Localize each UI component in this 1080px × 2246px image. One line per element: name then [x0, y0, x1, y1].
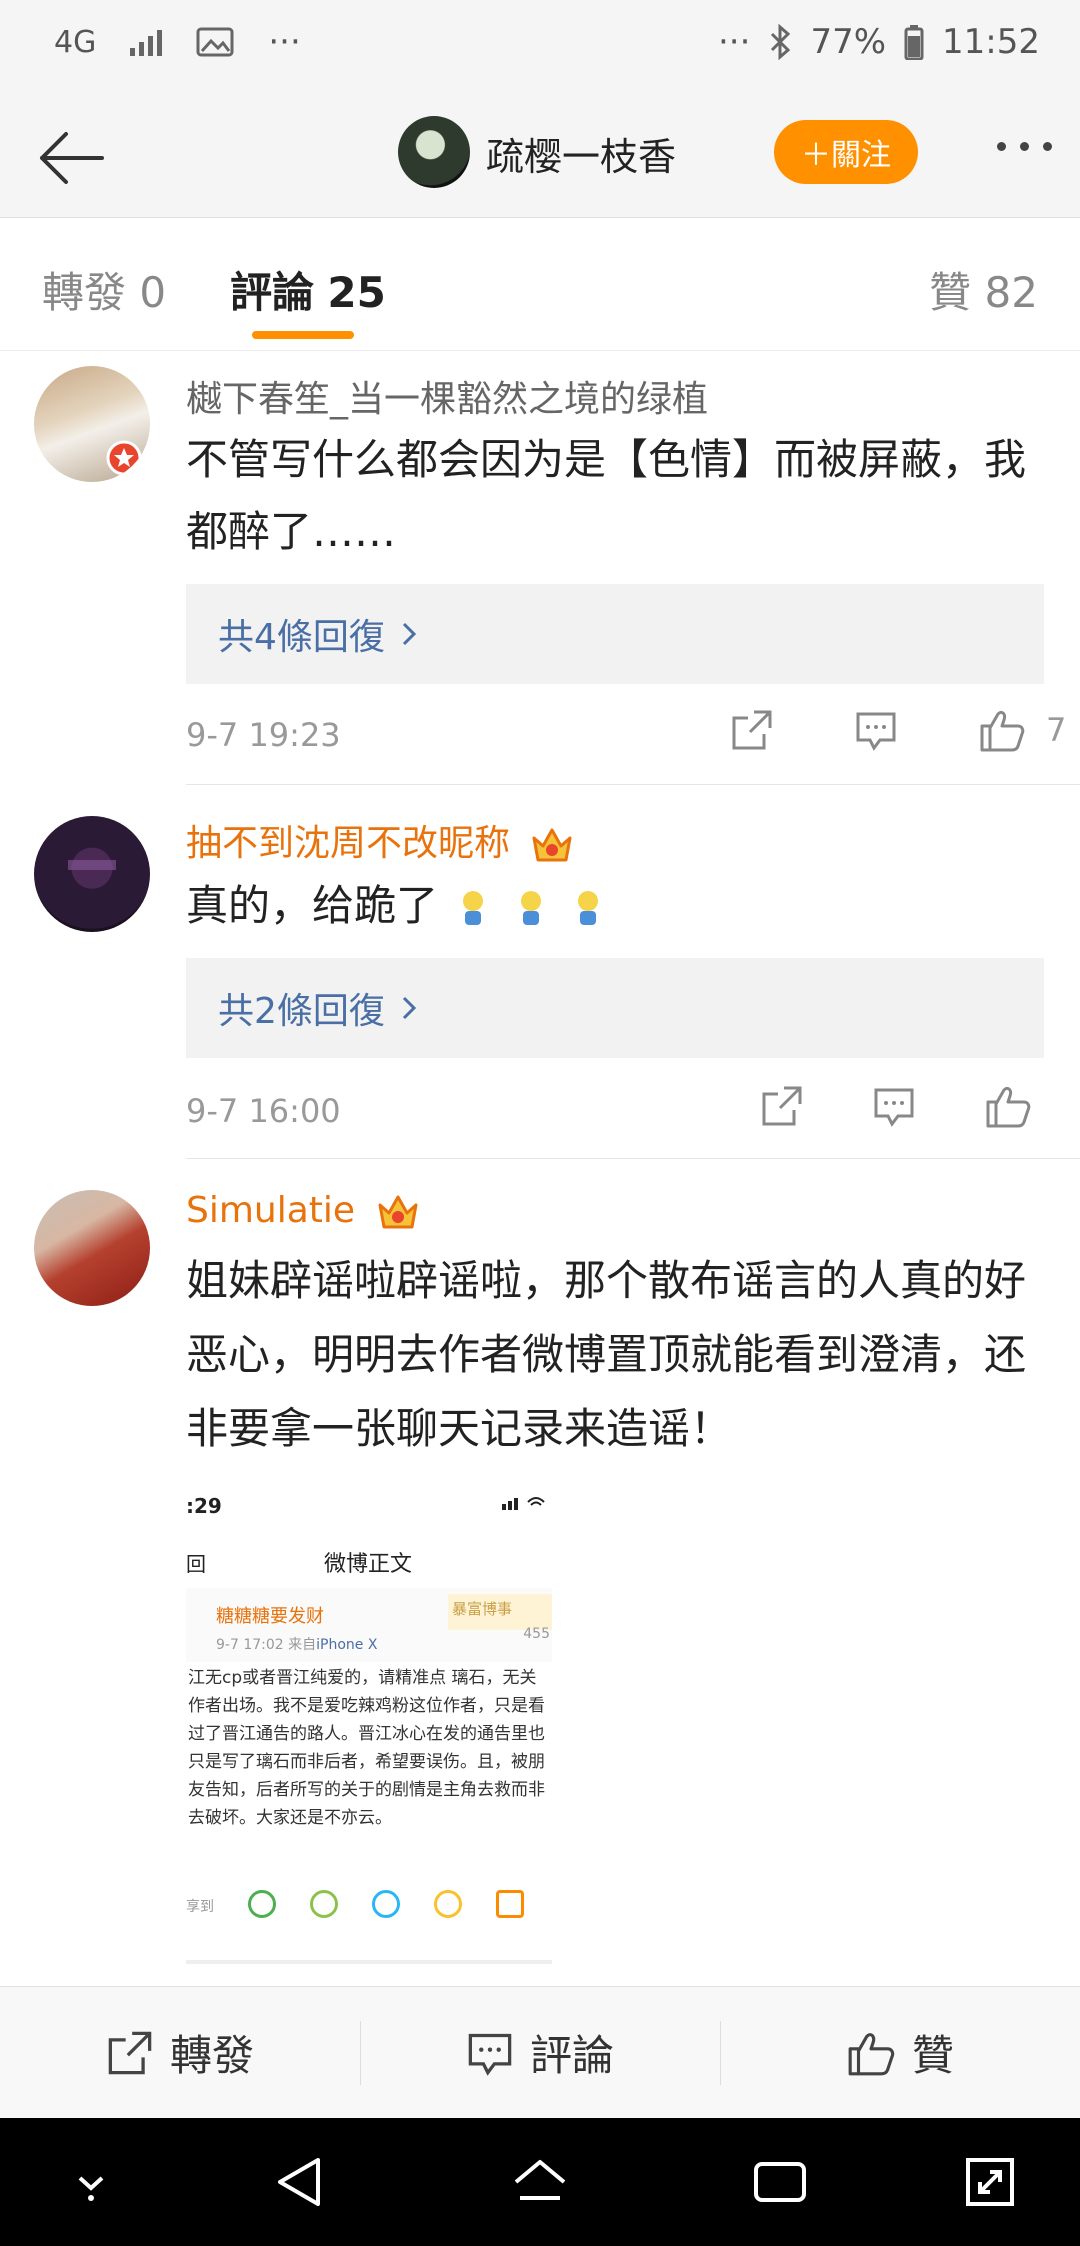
status-dots-right: ··· [718, 22, 751, 62]
thumb-share-icons [248, 1890, 524, 1918]
battery-percent: 77% [810, 22, 887, 62]
comment-time: 9-7 19:23 [186, 716, 341, 754]
status-bar: 4G ··· ··· 77% 11:52 [0, 0, 1080, 90]
crown-badge-icon [378, 1195, 418, 1229]
network-indicator: 4G [54, 24, 97, 60]
thumb-sub-from: 来自 [288, 1637, 317, 1653]
bluetooth-icon [771, 24, 791, 60]
like-label: 贊 [911, 2031, 954, 2080]
thumb-signal-icon [502, 1497, 545, 1510]
view-replies-button[interactable]: 共4條回復 [186, 584, 1044, 684]
signal-icon [130, 28, 163, 56]
more-options-icon[interactable] [997, 142, 1052, 151]
commenter-name-text: 抽不到沈周不改昵称 [186, 823, 511, 864]
thumb-count: 455 [523, 1626, 550, 1642]
replies-label: 共2條回復 [218, 991, 385, 1032]
replies-label: 共4條回復 [218, 617, 385, 658]
repost-label: 轉發 [169, 2031, 254, 2080]
share-icon[interactable] [730, 708, 774, 752]
wechat-icon [248, 1890, 276, 1918]
commenter-name[interactable]: 抽不到沈周不改昵称 [186, 814, 575, 866]
repost-button[interactable]: 轉發 [0, 1987, 360, 2118]
battery-icon [904, 25, 924, 60]
commenter-avatar[interactable] [34, 816, 150, 932]
thumb-card: 暴富博事 [448, 1594, 552, 1630]
comment-label: 評論 [529, 2031, 614, 2080]
album-icon [496, 1890, 524, 1918]
comment-button[interactable]: 評論 [360, 1987, 720, 2118]
author-avatar[interactable] [398, 116, 470, 188]
tab-comment[interactable]: 評論 25 [230, 259, 386, 320]
author-name[interactable]: 疏樱一枝香 [486, 126, 676, 181]
system-navigation-bar [0, 2118, 1080, 2246]
tab-bar: 轉發 0 評論 25 贊 82 [0, 219, 1080, 351]
commenter-avatar[interactable] [34, 366, 150, 482]
gallery-icon [196, 27, 234, 57]
thumb-title: 微博正文 [324, 1552, 413, 1577]
hide-keyboard-icon[interactable] [66, 2152, 116, 2212]
thumb-subinfo: 9-7 17:02 来自iPhone X [216, 1634, 377, 1654]
top-navigation: 疏樱一枝香 ＋關注 [0, 90, 1080, 218]
qq-icon [372, 1890, 400, 1918]
tab-repost[interactable]: 轉發 0 [42, 259, 166, 320]
comment-text: 不管写什么都会因为是【色情】而被屏蔽，我都醉了…… [186, 435, 1027, 556]
back-arrow-icon[interactable] [26, 116, 106, 196]
tab-comment-label: 評論 [230, 268, 315, 317]
kneel-emoji-icon [578, 890, 599, 925]
tab-like[interactable]: 贊 82 [929, 259, 1038, 320]
comment-text-body: 真的，给跪了 [186, 881, 439, 930]
comment-time: 9-7 16:00 [186, 1092, 341, 1130]
tab-comment-count: 25 [327, 268, 386, 317]
bottom-toolbar: 轉發 評論 贊 [0, 1986, 1080, 2118]
view-replies-button[interactable]: 共2條回復 [186, 958, 1044, 1058]
comment-image[interactable]: :29 回 微博正文 糖糖糖要发财 9-7 17:02 来自iPhone X 暴… [186, 1486, 552, 1964]
reply-icon[interactable] [854, 708, 898, 752]
tab-repost-label: 轉發 [42, 268, 127, 317]
chevron-right-icon [402, 622, 417, 646]
thumb-username: 糖糖糖要发财 [216, 1606, 324, 1627]
home-nav-icon[interactable] [510, 2152, 570, 2212]
like-button[interactable]: 贊 [720, 1987, 1080, 2118]
active-tab-indicator [252, 331, 354, 339]
thumb-sub-device: iPhone X [316, 1637, 378, 1653]
like-icon [848, 2032, 895, 2075]
share-icon [108, 2031, 152, 2074]
reply-icon[interactable] [872, 1084, 916, 1128]
commenter-avatar[interactable] [34, 1190, 150, 1306]
kneel-emoji-icon [520, 890, 541, 925]
commenter-name[interactable]: Simulatie [186, 1190, 421, 1233]
tab-repost-count: 0 [139, 268, 167, 317]
like-icon[interactable] [978, 706, 1026, 754]
tab-like-count: 82 [984, 268, 1038, 317]
comment-text: 真的，给跪了 [186, 870, 1052, 942]
kneel-emoji-icon [463, 890, 484, 925]
recents-nav-icon[interactable] [752, 2152, 808, 2212]
verified-badge-icon [106, 440, 142, 476]
status-dots-left: ··· [268, 22, 301, 62]
commenter-name-text: Simulatie [186, 1190, 356, 1231]
moments-icon [310, 1890, 338, 1918]
tab-like-label: 贊 [929, 268, 972, 317]
share-icon[interactable] [760, 1084, 804, 1128]
comment-divider [186, 784, 1080, 785]
thumb-body: 江无cp或者晋江纯爱的，请精准点 璃石，无关作者出场。我不是爱吃辣鸡粉这位作者，… [188, 1668, 545, 1828]
thumb-back: 回 [186, 1552, 206, 1576]
comment-divider [186, 1158, 1080, 1159]
comment-icon [468, 2033, 512, 2076]
clock: 11:52 [942, 22, 1040, 62]
follow-button[interactable]: ＋關注 [774, 120, 918, 184]
rotate-screen-icon[interactable] [962, 2152, 1018, 2212]
like-icon[interactable] [984, 1082, 1032, 1130]
crown-badge-icon [532, 828, 572, 862]
like-count: 7 [1046, 711, 1067, 749]
chevron-right-icon [402, 996, 417, 1020]
comment-text: 姐妹辟谣啦辟谣啦，那个散布谣言的人真的好恶心，明明去作者微博置顶就能看到澄清，还… [186, 1256, 1027, 1453]
thumb-sub-time: 9-7 17:02 [216, 1637, 284, 1653]
qzone-icon [434, 1890, 462, 1918]
back-nav-icon[interactable] [274, 2152, 324, 2212]
thumb-time: :29 [186, 1494, 222, 1518]
commenter-name[interactable]: 樾下春笙_当一棵豁然之境的绿植 [186, 370, 708, 422]
thumb-share-label: 享到 [186, 1899, 214, 1915]
